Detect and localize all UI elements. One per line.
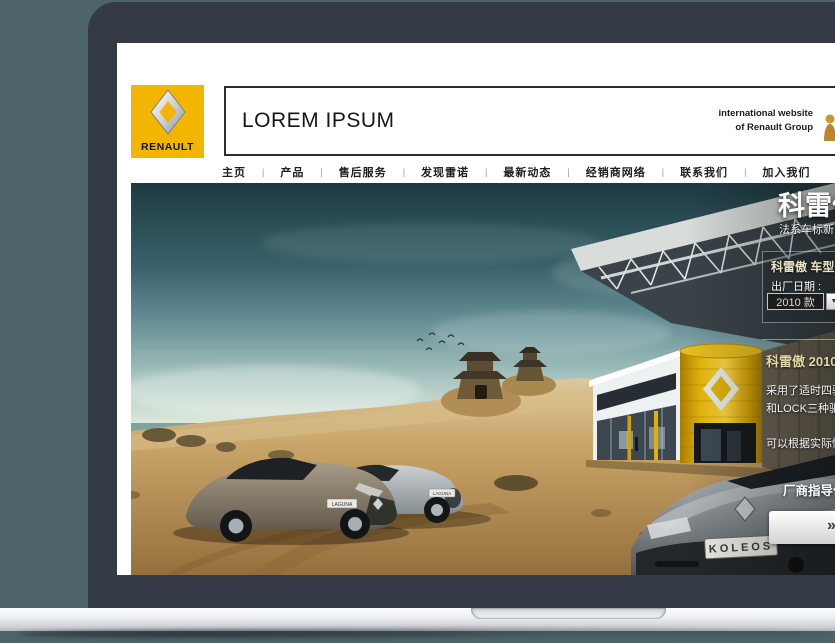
nav-divider: |	[567, 167, 569, 177]
price-label: 厂商指导价	[783, 480, 835, 499]
main-nav: 主页 | 产品 | 售后服务 | 发现雷诺 | 最新动态 | 经销商网络 | 联…	[222, 162, 835, 182]
nav-divider: |	[744, 167, 746, 177]
description-line-2: 和LOCK三种驱	[766, 400, 835, 416]
nav-item-join[interactable]: 加入我们	[762, 164, 810, 180]
section-divider	[762, 339, 835, 341]
nav-divider: |	[262, 167, 264, 177]
nav-item-discover[interactable]: 发现雷诺	[421, 164, 469, 180]
gold-figure-icon	[820, 113, 835, 143]
details-button-glyph: »	[827, 517, 835, 535]
nav-item-aftersales[interactable]: 售后服务	[339, 164, 387, 180]
nav-divider: |	[403, 167, 405, 177]
nav-divider: |	[320, 167, 322, 177]
description-line-3: 可以根据实际情	[766, 435, 835, 451]
header-tagline: international website of Renault Group	[719, 107, 814, 135]
chevron-down-icon: ▼	[831, 298, 835, 305]
hero-banner: LAGUNA LAGUNA	[131, 183, 835, 575]
page-title: LOREM IPSUM	[242, 88, 395, 154]
laptop-latch-notch	[471, 608, 666, 619]
renault-diamond-icon	[147, 89, 189, 135]
nav-item-home[interactable]: 主页	[222, 164, 246, 180]
nav-divider: |	[662, 167, 664, 177]
nav-divider: |	[485, 167, 487, 177]
tagline-line-2: of Renault Group	[719, 121, 814, 135]
koleos-info-panel: 科雷傲 法系车标新 科雷傲 车型 出厂日期 : 2010 款 ▼ 科雷傲 201…	[131, 183, 835, 575]
nav-item-products[interactable]: 产品	[280, 164, 304, 180]
laptop-shadow	[18, 628, 834, 640]
brand-name: RENAULT	[131, 141, 204, 153]
panel-subtitle: 法系车标新	[779, 221, 834, 237]
panel-title: 科雷傲	[778, 184, 835, 223]
description-line-1: 采用了适时四驱	[766, 382, 835, 398]
laptop-screen: RENAULT LOREM IPSUM international websit…	[117, 43, 835, 575]
details-button[interactable]: »	[769, 511, 835, 544]
nav-item-news[interactable]: 最新动态	[503, 164, 551, 180]
year-select-value: 2010 款	[776, 294, 815, 310]
section-heading: 科雷傲 2010	[766, 351, 835, 370]
nav-item-dealers[interactable]: 经销商网络	[586, 164, 646, 180]
date-label: 出厂日期 :	[771, 278, 821, 294]
year-select-arrow-button[interactable]: ▼	[826, 293, 835, 310]
model-filter-box: 科雷傲 车型 出厂日期 : 2010 款 ▼	[762, 251, 835, 323]
renault-logo[interactable]: RENAULT	[131, 85, 204, 158]
tagline-line-1: international website	[719, 107, 814, 121]
nav-item-contact[interactable]: 联系我们	[680, 164, 728, 180]
model-heading: 科雷傲 车型	[771, 258, 834, 275]
year-select[interactable]: 2010 款	[767, 293, 824, 310]
